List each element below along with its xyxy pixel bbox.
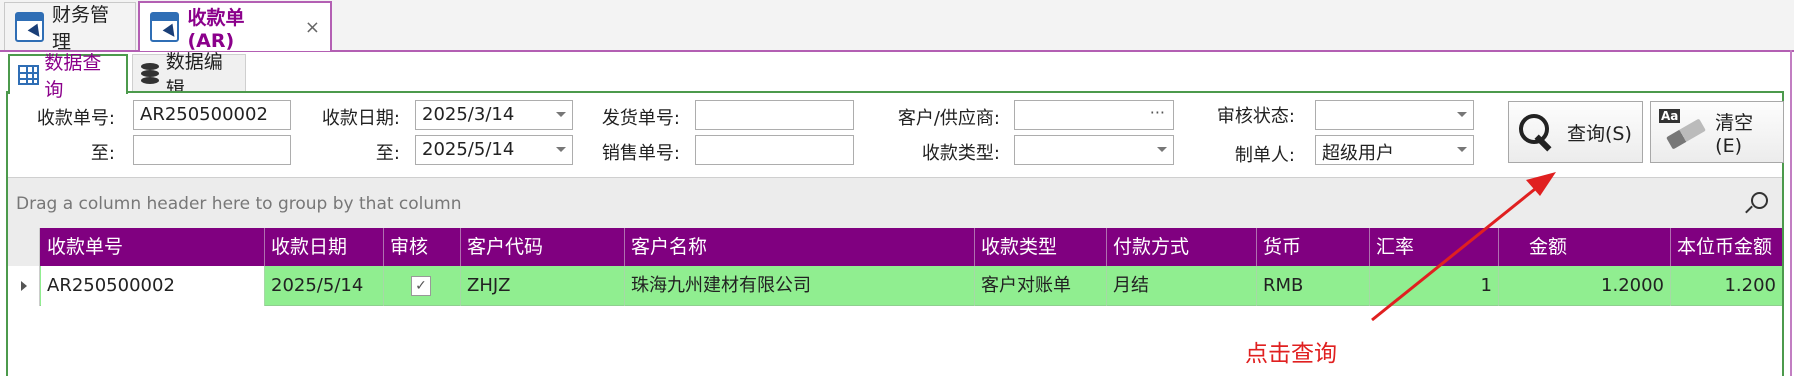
audit-status-select[interactable] (1315, 100, 1474, 130)
cell-receipt-date[interactable]: 2025/5/14 (265, 266, 384, 306)
receipt-date-select[interactable]: 2025/3/14 (415, 100, 573, 130)
cell-receipt-type[interactable]: 客户对账单 (975, 266, 1107, 306)
group-by-hint: Drag a column header here to group by th… (16, 194, 462, 214)
database-icon (141, 62, 160, 85)
tab-receipt-ar[interactable]: 收款单(AR) × (138, 1, 332, 52)
chevron-down-icon[interactable] (556, 147, 566, 152)
search-icon[interactable] (1746, 192, 1768, 214)
row-indicator-icon[interactable] (8, 266, 40, 306)
chevron-down-icon[interactable] (1457, 112, 1467, 117)
receipt-date-value: 2025/3/14 (422, 104, 515, 125)
receipt-no-input[interactable]: AR250500002 (133, 100, 291, 130)
chevron-down-icon[interactable] (1457, 147, 1467, 152)
customer-label: 客户/供应商: (897, 108, 1000, 129)
eraser-icon-text: Aa (1659, 109, 1681, 123)
header-indicator (8, 228, 40, 266)
cell-customer-name[interactable]: 珠海九州建材有限公司 (625, 266, 975, 306)
audit-status-label: 审核状态: (1216, 106, 1295, 127)
cell-currency[interactable]: RMB (1257, 266, 1370, 306)
cell-receipt-no[interactable]: AR250500002 (41, 266, 265, 306)
close-icon[interactable]: × (305, 17, 320, 38)
ship-no-input[interactable] (695, 100, 854, 130)
document-tab-bar: 财务管理 收款单(AR) × (0, 0, 1794, 53)
customer-picker[interactable]: ··· (1014, 100, 1174, 130)
column-header-receipt-no[interactable]: 收款单号 (41, 228, 265, 266)
sales-no-input[interactable] (695, 135, 854, 165)
ship-no-label: 发货单号: (601, 108, 680, 129)
tab-label: 收款单(AR) (187, 6, 245, 52)
receipt-type-select[interactable] (1014, 135, 1174, 165)
creator-select[interactable]: 超级用户 (1315, 135, 1474, 165)
cell-exchange-rate[interactable]: 1 (1370, 266, 1499, 306)
cell-audit[interactable]: ✓ (384, 266, 461, 306)
receipt-no-label: 收款单号: (36, 108, 115, 129)
receipt-no-to-input[interactable] (133, 135, 291, 165)
column-header-customer-code[interactable]: 客户代码 (461, 228, 625, 266)
creator-label: 制单人: (1234, 145, 1295, 166)
table-row[interactable]: AR250500002 2025/5/14 ✓ ZHJZ 珠海九州建材有限公司 … (8, 266, 1782, 306)
tab-data-query[interactable]: 数据查询 (8, 52, 128, 101)
tab-finance-management[interactable]: 财务管理 (4, 2, 136, 53)
grid-header-row: 收款单号 收款日期 审核 客户代码 客户名称 收款类型 付款方式 货币 汇率 金… (8, 228, 1782, 266)
search-icon (1517, 112, 1553, 152)
cell-customer-code[interactable]: ZHJZ (461, 266, 625, 306)
column-header-currency[interactable]: 货币 (1257, 228, 1370, 266)
receipt-date-to-select[interactable]: 2025/5/14 (415, 135, 573, 165)
cell-amount[interactable]: 1.2000 (1499, 266, 1671, 306)
window-icon (15, 11, 44, 42)
grid-icon (18, 65, 40, 85)
query-button-label: 查询(S) (1567, 122, 1632, 145)
creator-value: 超级用户 (1322, 143, 1394, 164)
clear-button[interactable]: Aa 清空(E) (1650, 101, 1784, 163)
receipt-date-label: 收款日期: (321, 108, 400, 129)
chevron-down-icon[interactable] (556, 112, 566, 117)
tab-label: 数据查询 (44, 52, 102, 101)
receipt-type-label: 收款类型: (921, 143, 1000, 164)
receipt-no-to-label: 至: (90, 143, 115, 164)
receipt-date-to-label: 至: (375, 143, 400, 164)
frame-border (1790, 50, 1792, 376)
cell-payment-method[interactable]: 月结 (1107, 266, 1257, 306)
column-header-audit[interactable]: 审核 (384, 228, 461, 266)
column-header-receipt-date[interactable]: 收款日期 (265, 228, 384, 266)
query-button[interactable]: 查询(S) (1508, 101, 1643, 163)
window-icon (150, 12, 180, 42)
column-header-exchange-rate[interactable]: 汇率 (1370, 228, 1499, 266)
column-header-local-amount[interactable]: 本位币金额 (1671, 228, 1782, 266)
column-header-receipt-type[interactable]: 收款类型 (975, 228, 1107, 266)
eraser-icon: Aa (1659, 109, 1706, 155)
sales-no-label: 销售单号: (601, 143, 680, 164)
chevron-down-icon[interactable] (1157, 147, 1167, 152)
ellipsis-icon[interactable]: ··· (1150, 103, 1165, 122)
cell-local-amount[interactable]: 1.200 (1671, 266, 1782, 306)
annotation-label: 点击查询 (1245, 341, 1337, 367)
column-header-amount[interactable]: 金额 (1499, 228, 1671, 266)
tab-data-edit[interactable]: 数据编辑 (132, 51, 246, 100)
group-by-panel[interactable]: Drag a column header here to group by th… (8, 177, 1782, 229)
clear-button-label: 清空(E) (1715, 111, 1754, 157)
column-header-payment-method[interactable]: 付款方式 (1107, 228, 1257, 266)
receipt-date-to-value: 2025/5/14 (422, 139, 515, 160)
column-header-customer-name[interactable]: 客户名称 (625, 228, 975, 266)
audit-checkbox[interactable]: ✓ (411, 276, 431, 296)
tab-label: 财务管理 (51, 3, 109, 53)
